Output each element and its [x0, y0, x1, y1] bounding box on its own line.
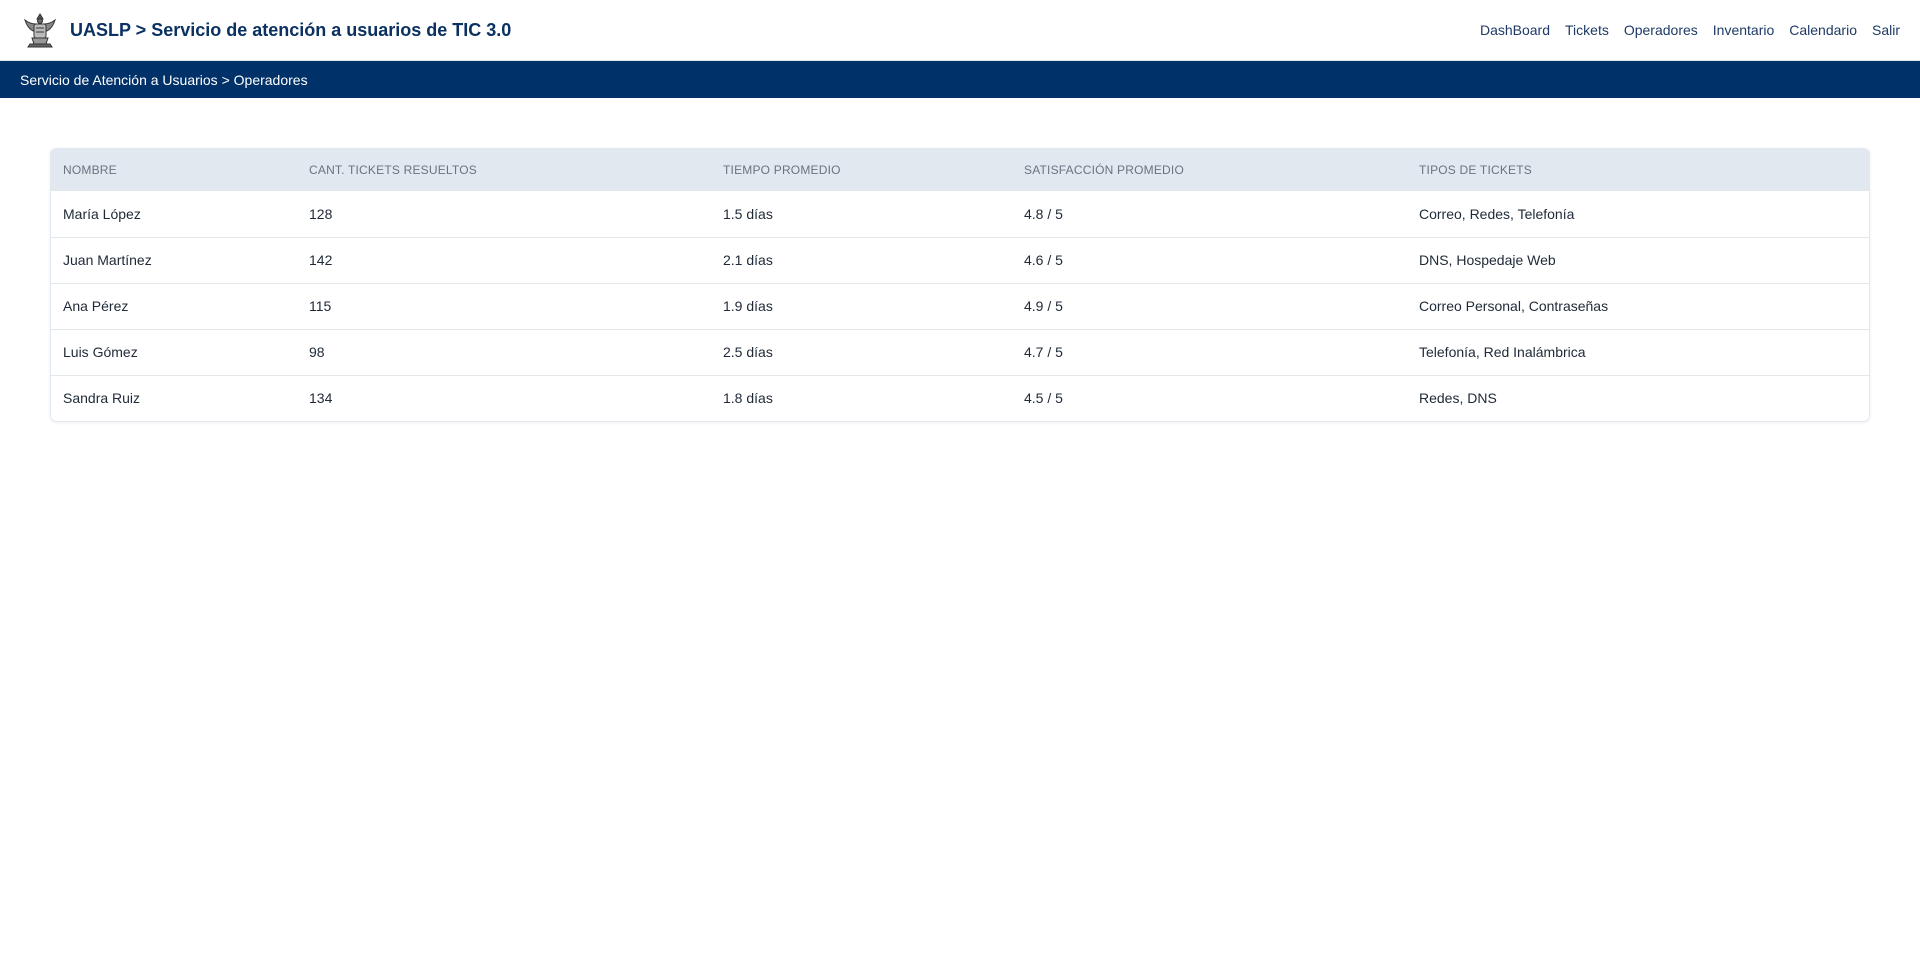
- cell-tiempo: 1.5 días: [723, 205, 773, 222]
- top-header: UASLP > Servicio de atención a usuarios …: [0, 0, 1920, 61]
- table-row[interactable]: Juan Martínez 142 2.1 días 4.6 / 5 DNS, …: [51, 237, 1869, 283]
- nav-operadores[interactable]: Operadores: [1624, 22, 1698, 38]
- column-header-tiempo: TIEMPO PROMEDIO: [723, 163, 841, 177]
- breadcrumb-separator: >: [221, 71, 230, 88]
- cell-nombre: Sandra Ruiz: [63, 390, 141, 407]
- cell-tipos: Correo, Redes, Telefonía: [1419, 205, 1575, 222]
- nav-dashboard[interactable]: DashBoard: [1480, 22, 1550, 38]
- column-header-satisfaccion: SATISFACCIÓN PROMEDIO: [1024, 163, 1184, 177]
- cell-tiempo: 2.1 días: [723, 252, 773, 268]
- cell-satisfaccion: 4.8 / 5: [1024, 205, 1063, 222]
- cell-satisfaccion: 4.6 / 5: [1024, 252, 1063, 268]
- cell-tickets: 128: [309, 205, 333, 222]
- breadcrumb-current: Operadores: [233, 71, 308, 88]
- cell-nombre: Juan Martínez: [63, 252, 152, 268]
- nav-tickets[interactable]: Tickets: [1565, 22, 1609, 38]
- cell-tickets: 115: [309, 298, 332, 314]
- table-header: NOMBRE CANT. TICKETS RESUELTOS TIEMPO PR…: [51, 149, 1869, 191]
- cell-tipos: Telefonía, Red Inalámbrica: [1419, 344, 1586, 360]
- app-title: UASLP > Servicio de atención a usuarios …: [70, 19, 512, 40]
- breadcrumb-root[interactable]: Servicio de Atención a Usuarios: [20, 72, 218, 88]
- column-header-nombre: NOMBRE: [63, 163, 117, 177]
- column-header-tipos: TIPOS DE TICKETS: [1419, 163, 1532, 177]
- operators-table: NOMBRE CANT. TICKETS RESUELTOS TIEMPO PR…: [51, 149, 1869, 421]
- cell-tipos: Correo Personal, Contraseñas: [1419, 298, 1609, 314]
- operators-table-card: NOMBRE CANT. TICKETS RESUELTOS TIEMPO PR…: [50, 148, 1870, 422]
- cell-tiempo: 1.8 días: [723, 390, 773, 407]
- nav-salir[interactable]: Salir: [1872, 22, 1900, 38]
- cell-tickets: 98: [309, 344, 325, 360]
- cell-tiempo: 2.5 días: [723, 344, 773, 360]
- cell-tipos: DNS, Hospedaje Web: [1419, 252, 1556, 268]
- cell-tickets: 142: [309, 252, 333, 268]
- cell-nombre: Luis Gómez: [63, 344, 138, 360]
- table-row[interactable]: Sandra Ruiz 134 1.8 días 4.5 / 5 Redes, …: [51, 375, 1869, 421]
- cell-nombre: María López: [63, 205, 141, 222]
- main-content: NOMBRE CANT. TICKETS RESUELTOS TIEMPO PR…: [0, 98, 1920, 422]
- main-nav: DashBoard Tickets Operadores Inventario …: [1480, 22, 1900, 38]
- breadcrumb: Servicio de Atención a Usuarios > Operad…: [0, 61, 1920, 98]
- cell-satisfaccion: 4.5 / 5: [1024, 390, 1063, 407]
- table-row[interactable]: María López 128 1.5 días 4.8 / 5 Correo,…: [51, 191, 1869, 237]
- table-row[interactable]: Luis Gómez 98 2.5 días 4.7 / 5 Telefonía…: [51, 329, 1869, 375]
- cell-satisfaccion: 4.7 / 5: [1024, 344, 1063, 360]
- table-row[interactable]: Ana Pérez 115 1.9 días 4.9 / 5 Correo Pe…: [51, 283, 1869, 329]
- cell-tiempo: 1.9 días: [723, 298, 773, 314]
- cell-tipos: Redes, DNS: [1419, 390, 1497, 407]
- brand: UASLP > Servicio de atención a usuarios …: [20, 9, 511, 51]
- column-header-tickets: CANT. TICKETS RESUELTOS: [309, 163, 477, 177]
- table-body: María López 128 1.5 días 4.8 / 5 Correo,…: [51, 191, 1869, 421]
- nav-inventario[interactable]: Inventario: [1713, 22, 1774, 38]
- cell-satisfaccion: 4.9 / 5: [1024, 298, 1063, 314]
- cell-nombre: Ana Pérez: [63, 298, 129, 314]
- cell-tickets: 134: [309, 390, 333, 407]
- uaslp-eagle-crest-icon[interactable]: [20, 9, 60, 51]
- nav-calendario[interactable]: Calendario: [1789, 22, 1857, 38]
